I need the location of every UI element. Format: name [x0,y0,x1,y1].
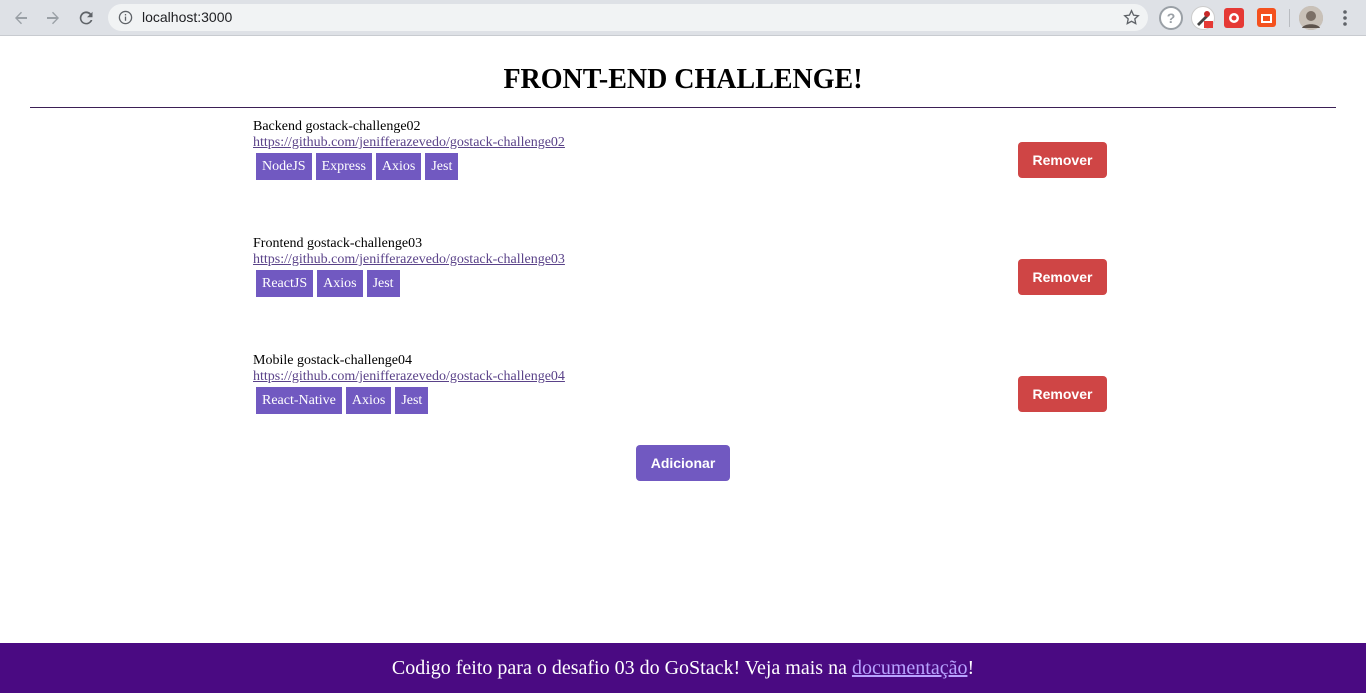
extension-icon[interactable] [1224,8,1244,28]
tech-list: NodeJS Express Axios Jest [256,153,459,180]
repo-title: Mobile gostack-challenge04 [253,353,413,368]
list-item: Frontend gostack-challenge03 https://git… [253,236,1113,316]
info-icon[interactable] [118,10,133,25]
tech-tag: Axios [345,387,392,414]
tech-list: React-Native Axios Jest [256,387,429,414]
extension-icon[interactable] [1257,8,1276,27]
browser-toolbar: localhost:3000 ? [0,0,1366,36]
repo-link[interactable]: https://github.com/jenifferazevedo/gosta… [253,252,565,268]
repo-title: Frontend gostack-challenge03 [253,236,423,251]
help-icon[interactable]: ? [1159,6,1183,30]
add-button[interactable]: Adicionar [636,445,730,481]
list-item: Backend gostack-challenge02 https://gith… [253,119,1113,199]
documentation-link[interactable]: documentação [852,657,968,680]
tech-tag: Jest [425,153,459,180]
repo-link[interactable]: https://github.com/jenifferazevedo/gosta… [253,369,565,385]
profile-avatar[interactable] [1299,6,1323,30]
tech-tag: React-Native [256,387,342,414]
tech-tag: Axios [317,270,363,297]
title-divider [30,107,1336,108]
list-item: Mobile gostack-challenge04 https://githu… [253,353,1113,433]
tech-tag: Express [315,153,372,180]
page-content: FRONT-END CHALLENGE! Backend gostack-cha… [0,36,1366,693]
menu-icon[interactable] [1333,6,1357,30]
footer: Codigo feito para o desafio 03 do GoStac… [0,643,1366,693]
repo-link[interactable]: https://github.com/jenifferazevedo/gosta… [253,135,565,151]
tech-tag: Axios [375,153,422,180]
footer-text-end: ! [967,656,975,679]
tech-tag: Jest [366,270,400,297]
extension-icon[interactable] [1191,6,1215,30]
tech-tag: Jest [395,387,429,414]
forward-icon[interactable] [41,6,65,30]
repo-title: Backend gostack-challenge02 [253,119,421,134]
star-icon[interactable] [1123,9,1140,26]
reload-icon[interactable] [74,6,98,30]
page-title: FRONT-END CHALLENGE! [503,64,863,95]
tech-tag: NodeJS [256,153,312,180]
remove-button[interactable]: Remover [1018,142,1107,178]
toolbar-divider [1289,9,1290,27]
remove-button[interactable]: Remover [1018,376,1107,412]
back-icon[interactable] [9,6,33,30]
remove-button[interactable]: Remover [1018,259,1107,295]
footer-text: Codigo feito para o desafio 03 do GoStac… [391,656,852,679]
address-url[interactable]: localhost:3000 [142,9,232,25]
tech-tag: ReactJS [256,270,314,297]
tech-list: ReactJS Axios Jest [256,270,400,297]
address-bar[interactable]: localhost:3000 [108,4,1148,31]
